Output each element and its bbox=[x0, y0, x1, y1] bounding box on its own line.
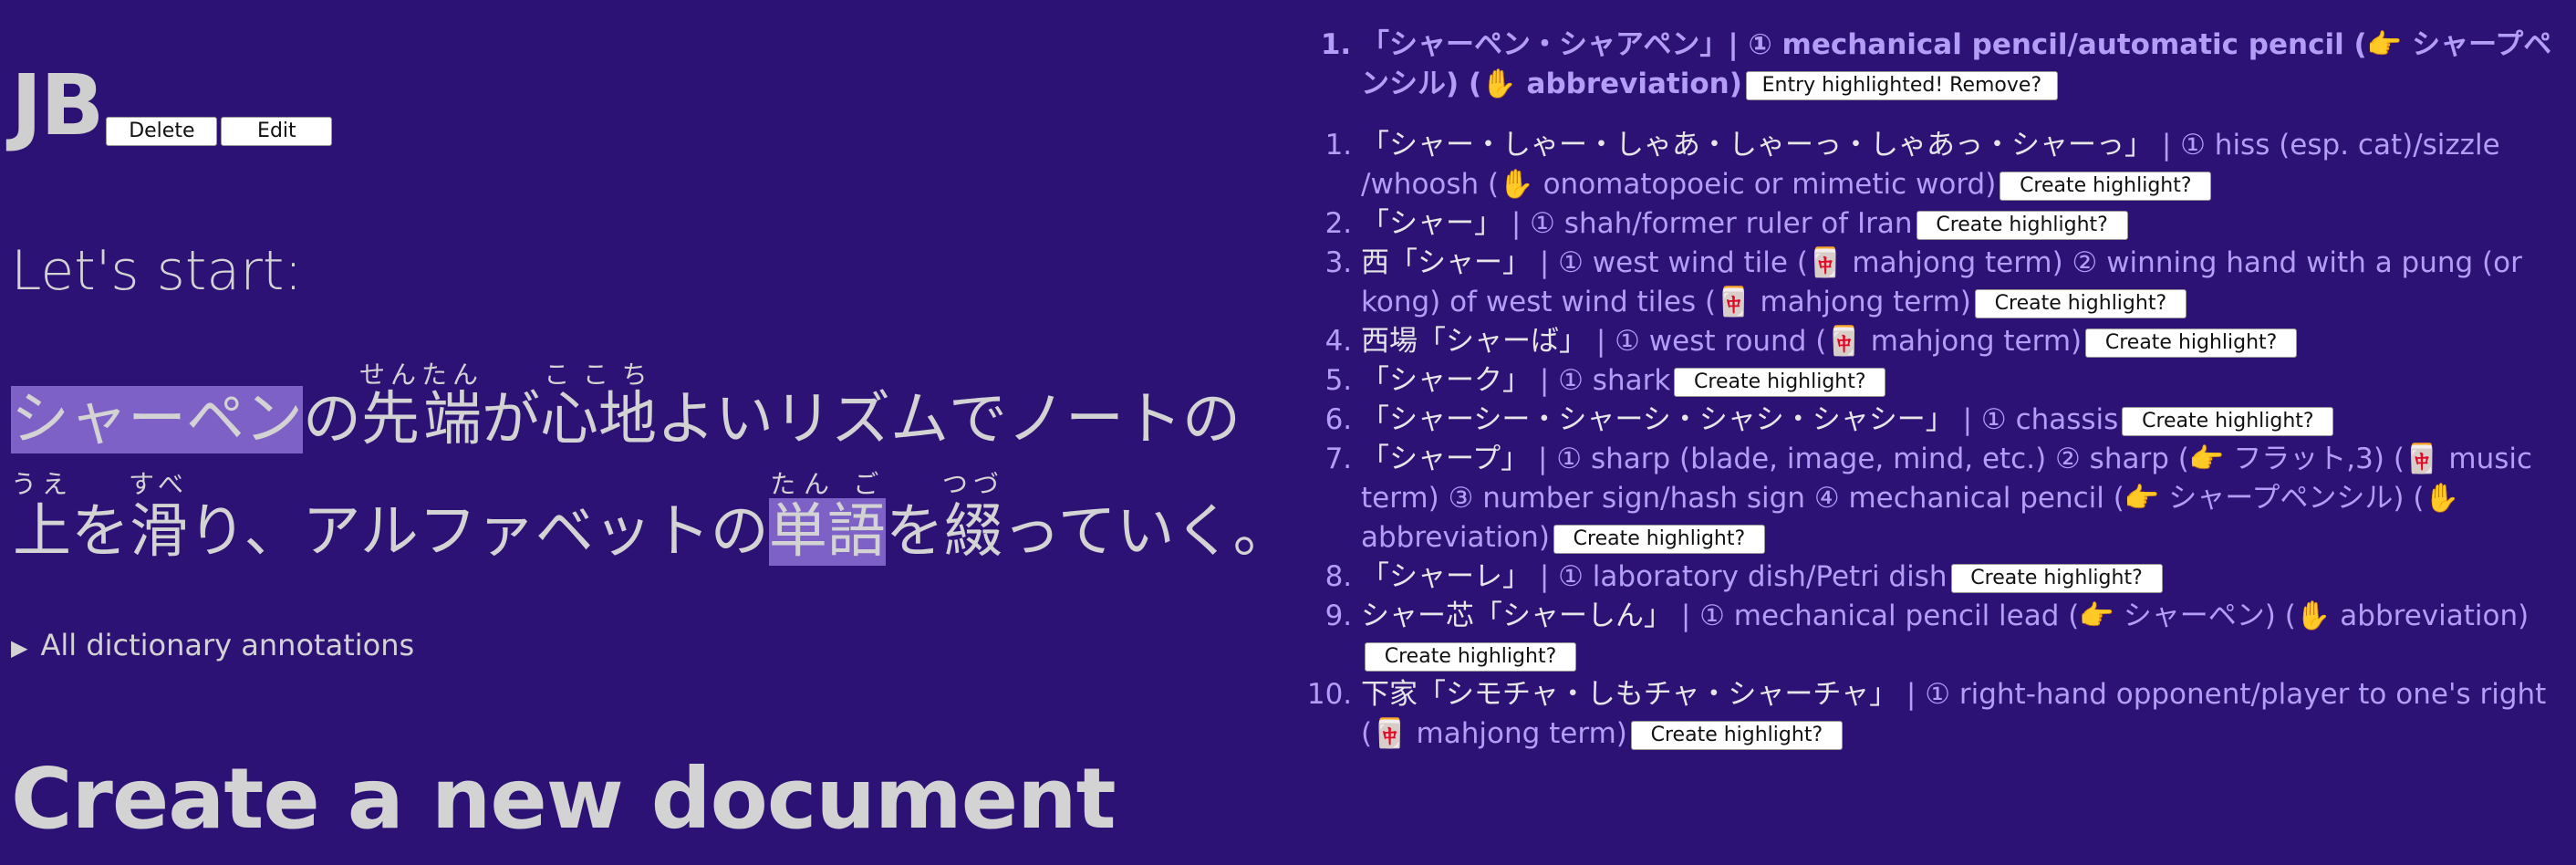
jp-ruby-word[interactable]: 滑すべ bbox=[129, 469, 189, 566]
details-summary: All dictionary annotations bbox=[40, 628, 415, 662]
dictionary-entry: 「シャーク」 | ① sharkCreate highlight? bbox=[1361, 361, 2554, 401]
dictionary-entry: 「シャーシー・シャーシ・シャシ・シャシー」 | ① chassisCreate … bbox=[1361, 401, 2554, 440]
dictionary-entry: シャー芯「シャーしん」 | ① mechanical pencil lead (… bbox=[1361, 597, 2554, 675]
disclosure-triangle-icon: ▶ bbox=[11, 635, 28, 661]
create-highlight-button[interactable]: Create highlight? bbox=[1974, 288, 2186, 318]
dictionary-entry: 「シャープ」 | ① sharp (blade, image, mind, et… bbox=[1361, 440, 2554, 558]
entry-definition: | ① shark bbox=[1531, 364, 1671, 397]
japanese-line-1: シャーペンの先端せんたんが心地ここちよいリズムでノートの bbox=[11, 360, 1241, 456]
entry-definition: | ① west round (🀄 mahjong term) bbox=[1587, 325, 2083, 358]
entry-definition: | ① chassis bbox=[1953, 403, 2119, 436]
entry-kana: 「シャーシー・シャーシ・シャシ・シャシー」 bbox=[1361, 403, 1954, 436]
jp-text[interactable]: が bbox=[482, 386, 540, 453]
jp-text[interactable]: っていく。 bbox=[1002, 498, 1292, 566]
dictionary-entry: 西場「シャーば」 | ① west round (🀄 mahjong term)… bbox=[1361, 322, 2554, 361]
japanese-line-2: 上うえを滑すべり、アルファベットの単語たん ごを綴つづっていく。 bbox=[11, 469, 1292, 568]
create-highlight-button[interactable]: Create highlight? bbox=[2122, 406, 2334, 436]
dictionary-entry: 「シャー」 | ① shah/former ruler of IranCreat… bbox=[1361, 204, 2554, 244]
entry-kana: シャー芯「シャーしん」 bbox=[1361, 599, 1672, 632]
intro-text: Let's start: bbox=[11, 239, 303, 303]
create-document-heading: Create a new document bbox=[11, 750, 1117, 848]
entry-definition: | ① laboratory dish/Petri dish bbox=[1531, 560, 1948, 593]
highlighted-ruby-word[interactable]: 単語たん ご bbox=[768, 469, 886, 566]
furigana: せんたん bbox=[359, 360, 484, 390]
entry-definition: | ① sharp (blade, image, mind, etc.) ② s… bbox=[1361, 443, 2533, 554]
dictionary-entry: 下家「シモチャ・しもチャ・シャーチャ」 | ① right-hand oppon… bbox=[1361, 675, 2554, 754]
furigana: たん ご bbox=[768, 469, 886, 499]
title-row: JB Delete Edit bbox=[11, 57, 333, 154]
entry-definition: | ① shah/former ruler of Iran bbox=[1502, 207, 1913, 240]
entry-kana: 下家「シモチャ・しもチャ・シャーチャ」 bbox=[1361, 678, 1898, 711]
jp-ruby-word[interactable]: 綴つづ bbox=[942, 469, 1004, 566]
entry-definition: | ① west wind tile (🀄 mahjong term) ② wi… bbox=[1361, 246, 2522, 318]
jp-text[interactable]: よいリズムでノートの bbox=[657, 386, 1241, 453]
dictionary-annotations-toggle[interactable]: ▶ All dictionary annotations bbox=[11, 628, 414, 662]
dictionary-entries: 「シャー・しゃー・しゃあ・しゃーっ・しゃあっ・シャーっ」 | ① hiss (e… bbox=[1314, 126, 2554, 754]
create-highlight-button[interactable]: Create highlight? bbox=[1916, 210, 2128, 240]
entry-kana: 西場「シャーば」 bbox=[1361, 325, 1587, 358]
edit-button[interactable]: Edit bbox=[221, 117, 333, 146]
jp-text[interactable]: を bbox=[886, 498, 944, 566]
entry-kana: 「シャー」 bbox=[1361, 207, 1502, 240]
dictionary-pane: 「シャーペン・シャアペン」| ① mechanical pencil/autom… bbox=[1314, 26, 2554, 754]
jp-ruby-word[interactable]: 先端せんたん bbox=[359, 360, 483, 453]
create-highlight-button[interactable]: Create highlight? bbox=[2000, 171, 2212, 201]
create-highlight-button[interactable]: Create highlight? bbox=[1630, 720, 1843, 750]
jp-text[interactable]: の bbox=[303, 386, 361, 453]
furigana: つづ bbox=[941, 469, 1004, 499]
create-highlight-button[interactable]: Create highlight? bbox=[1553, 524, 1765, 554]
highlighted-entry: 「シャーペン・シャアペン」| ① mechanical pencil/autom… bbox=[1361, 26, 2554, 104]
create-highlight-button[interactable]: Create highlight? bbox=[1365, 641, 1576, 672]
highlighted-entries: 「シャーペン・シャアペン」| ① mechanical pencil/autom… bbox=[1314, 26, 2554, 104]
jp-text[interactable]: を bbox=[71, 498, 130, 566]
entry-kana: 「シャー・しゃー・しゃあ・しゃーっ・しゃあっ・シャーっ」 bbox=[1361, 129, 2153, 162]
jp-ruby-word[interactable]: 上うえ bbox=[11, 469, 73, 566]
entry-kana: 「シャープ」 bbox=[1361, 443, 1530, 475]
entry-kana: 「シャーレ」 bbox=[1361, 560, 1531, 593]
create-highlight-button[interactable]: Create highlight? bbox=[1950, 563, 2163, 593]
furigana: うえ bbox=[11, 469, 74, 499]
create-highlight-button[interactable]: Create highlight? bbox=[1674, 367, 1886, 397]
remove-highlight-button[interactable]: Entry highlighted! Remove? bbox=[1745, 70, 2058, 100]
entry-kana: 「シャーク」 bbox=[1361, 364, 1531, 397]
dictionary-entry: 「シャー・しゃー・しゃあ・しゃーっ・しゃあっ・シャーっ」 | ① hiss (e… bbox=[1361, 126, 2554, 204]
entry-kana: 西「シャー」 bbox=[1361, 246, 1531, 279]
furigana: ここち bbox=[540, 360, 658, 390]
delete-button[interactable]: Delete bbox=[106, 117, 218, 146]
jp-text[interactable]: り、アルファベットの bbox=[188, 498, 769, 566]
dictionary-entry: 西「シャー」 | ① west wind tile (🀄 mahjong ter… bbox=[1361, 244, 2554, 322]
dictionary-entry: 「シャーレ」 | ① laboratory dish/Petri dishCre… bbox=[1361, 558, 2554, 597]
entry-definition: | ① mechanical pencil lead (👉 シャーペン) (✋ … bbox=[1672, 599, 2529, 632]
document-title: JB bbox=[11, 57, 104, 154]
create-highlight-button[interactable]: Create highlight? bbox=[2085, 328, 2298, 358]
jp-ruby-word[interactable]: 心地ここち bbox=[540, 360, 657, 453]
highlighted-word[interactable]: シャーペン bbox=[11, 386, 303, 453]
furigana: すべ bbox=[128, 469, 190, 499]
